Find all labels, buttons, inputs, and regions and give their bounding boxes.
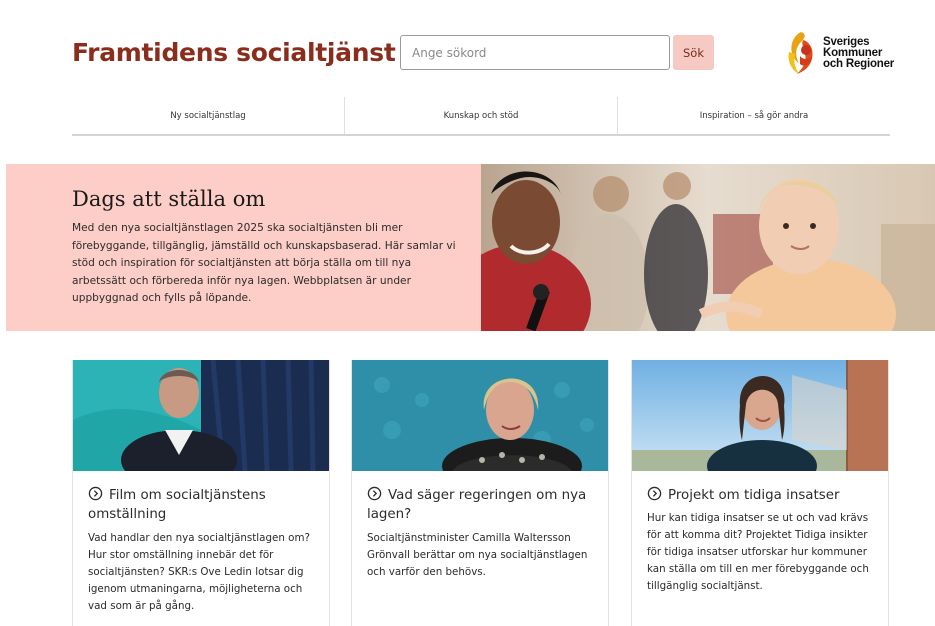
nav-item-kunskap-och-stod[interactable]: Kunskap och stöd — [345, 97, 618, 134]
card-film[interactable]: Film om socialtjänstens omställning Vad … — [72, 360, 330, 626]
card-film-title-text: Film om socialtjänstens omställning — [88, 488, 266, 522]
hero-title: Dags att ställa om — [72, 187, 266, 211]
hero-section: Dags att ställa om Med den nya socialtjä… — [6, 164, 935, 331]
nav-item-inspiration[interactable]: Inspiration – så gör andra — [618, 97, 890, 134]
main-nav: Ny socialtjänstlag Kunskap och stöd Insp… — [72, 97, 890, 136]
card-tidiga-insatser[interactable]: Projekt om tidiga insatser Hur kan tidig… — [631, 360, 889, 626]
card-regeringen-photo — [352, 360, 608, 471]
hero-panel: Dags att ställa om Med den nya socialtjä… — [6, 164, 481, 331]
skr-logo-icon — [788, 32, 813, 74]
site-title[interactable]: Framtidens socialtjänst — [72, 38, 396, 67]
circle-arrow-right-icon — [88, 486, 103, 501]
card-tidiga-insatser-description: Hur kan tidiga insatser se ut och vad kr… — [647, 512, 869, 592]
card-regeringen[interactable]: Vad säger regeringen om nya lagen? Socia… — [351, 360, 609, 626]
card-tidiga-insatser-title[interactable]: Projekt om tidiga insatser — [647, 486, 879, 505]
card-film-title[interactable]: Film om socialtjänstens omställning — [88, 486, 320, 524]
card-list: Film om socialtjänstens omställning Vad … — [72, 360, 890, 626]
circle-arrow-right-icon — [647, 486, 662, 501]
hero-photo — [481, 164, 935, 331]
circle-arrow-right-icon — [367, 486, 382, 501]
search-input[interactable] — [400, 35, 670, 70]
card-regeringen-description: Socialtjänstminister Camilla Waltersson … — [367, 532, 588, 578]
skr-logo[interactable]: Sveriges Kommuner och Regioner — [785, 30, 895, 76]
hero-text: Med den nya socialtjänstlagen 2025 ska s… — [72, 222, 456, 305]
card-tidiga-insatser-title-text: Projekt om tidiga insatser — [668, 488, 840, 503]
logo-line-3: och Regioner — [823, 58, 895, 70]
card-regeringen-title[interactable]: Vad säger regeringen om nya lagen? — [367, 486, 599, 524]
card-tidiga-insatser-photo — [632, 360, 888, 471]
card-regeringen-title-text: Vad säger regeringen om nya lagen? — [367, 488, 587, 522]
card-film-description: Vad handlar den nya socialtjänstlagen om… — [88, 532, 310, 612]
logo-text: Sveriges Kommuner och Regioner — [823, 36, 895, 70]
site-header: Framtidens socialtjänst Sök Sveriges Kom… — [0, 0, 935, 96]
card-film-photo — [73, 360, 329, 471]
nav-item-ny-socialtjanstlag[interactable]: Ny socialtjänstlag — [72, 97, 345, 134]
search-button[interactable]: Sök — [673, 35, 714, 70]
